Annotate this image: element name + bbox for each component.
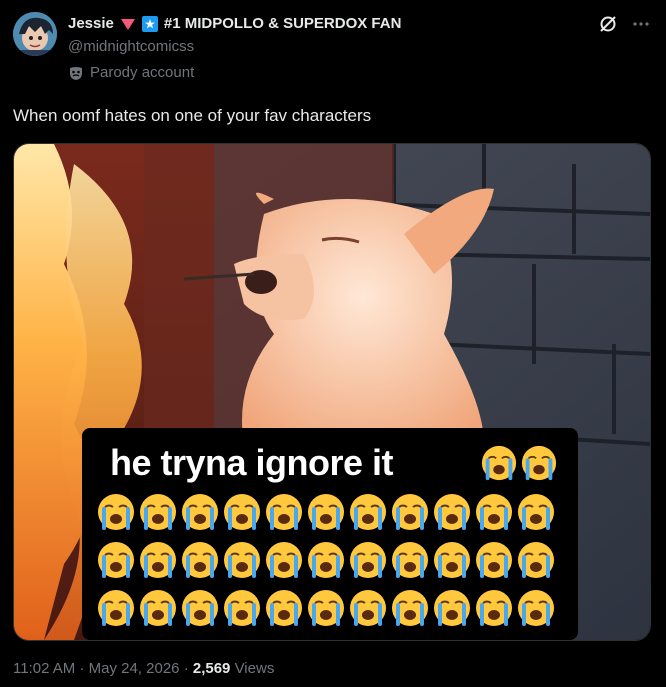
tweet-meta: 11:02 AM · May 24, 2026 · 2,569 Views bbox=[13, 660, 274, 677]
views-label: Views bbox=[234, 660, 275, 677]
crying-emoji bbox=[138, 540, 178, 580]
heart-icon bbox=[120, 18, 135, 30]
crying-emoji bbox=[516, 588, 556, 628]
crying-emoji bbox=[474, 540, 514, 580]
tweet-time[interactable]: 11:02 AM bbox=[13, 660, 75, 677]
separator: · bbox=[79, 660, 85, 677]
crying-emoji bbox=[96, 540, 136, 580]
crying-emoji bbox=[348, 588, 388, 628]
crying-emoji bbox=[222, 588, 262, 628]
crying-emoji bbox=[306, 540, 346, 580]
author-bio-tag: #1 MIDPOLLO & SUPERDOX FAN bbox=[163, 15, 402, 32]
grok-icon[interactable] bbox=[598, 14, 618, 34]
crying-emoji bbox=[474, 588, 514, 628]
avatar-image bbox=[13, 12, 57, 56]
crying-emoji bbox=[180, 492, 220, 532]
crying-emoji bbox=[432, 492, 472, 532]
caption-crying-emojis bbox=[480, 446, 558, 482]
crying-emoji bbox=[432, 540, 472, 580]
parody-text: Parody account bbox=[90, 64, 195, 81]
crying-emoji bbox=[222, 492, 262, 532]
crying-emoji bbox=[432, 588, 472, 628]
crying-emoji bbox=[180, 588, 220, 628]
more-icon[interactable] bbox=[632, 15, 650, 33]
avatar[interactable] bbox=[13, 12, 57, 56]
crying-emoji bbox=[138, 588, 178, 628]
crying-emoji bbox=[264, 540, 304, 580]
author-line: Jessie #1 MIDPOLLO & SUPERDOX FAN bbox=[68, 15, 401, 32]
meme-caption-box: he tryna ignore it bbox=[82, 428, 578, 640]
meme-caption-text: he tryna ignore it bbox=[110, 442, 394, 483]
tweet-date[interactable]: May 24, 2026 bbox=[89, 660, 180, 677]
crying-emoji bbox=[390, 492, 430, 532]
author-name[interactable]: Jessie bbox=[68, 15, 114, 32]
tweet-text: When oomf hates on one of your fav chara… bbox=[13, 106, 372, 125]
crying-emoji bbox=[306, 492, 346, 532]
crying-emoji bbox=[222, 540, 262, 580]
crying-emoji bbox=[348, 492, 388, 532]
crying-emoji bbox=[390, 540, 430, 580]
crying-emoji bbox=[348, 540, 388, 580]
parody-mask-icon bbox=[70, 66, 82, 80]
crying-emoji bbox=[474, 492, 514, 532]
crying-emoji bbox=[180, 540, 220, 580]
meme-caption: he tryna ignore it bbox=[110, 442, 394, 484]
crying-emoji bbox=[138, 492, 178, 532]
star-badge-icon bbox=[141, 15, 158, 32]
separator: · bbox=[183, 660, 189, 677]
crying-emoji bbox=[264, 588, 304, 628]
crying-emoji bbox=[96, 492, 136, 532]
crying-emoji bbox=[516, 492, 556, 532]
crying-emoji bbox=[264, 492, 304, 532]
views-count: 2,569 bbox=[192, 660, 231, 677]
parody-label: Parody account bbox=[68, 64, 194, 81]
crying-emoji-grid bbox=[96, 492, 556, 628]
crying-emoji bbox=[306, 588, 346, 628]
tweet-media[interactable]: he tryna ignore it bbox=[13, 143, 651, 641]
top-actions bbox=[598, 14, 650, 34]
crying-emoji bbox=[96, 588, 136, 628]
crying-emoji bbox=[516, 540, 556, 580]
crying-emoji bbox=[390, 588, 430, 628]
author-handle[interactable]: @midnightcomicss bbox=[68, 38, 194, 55]
